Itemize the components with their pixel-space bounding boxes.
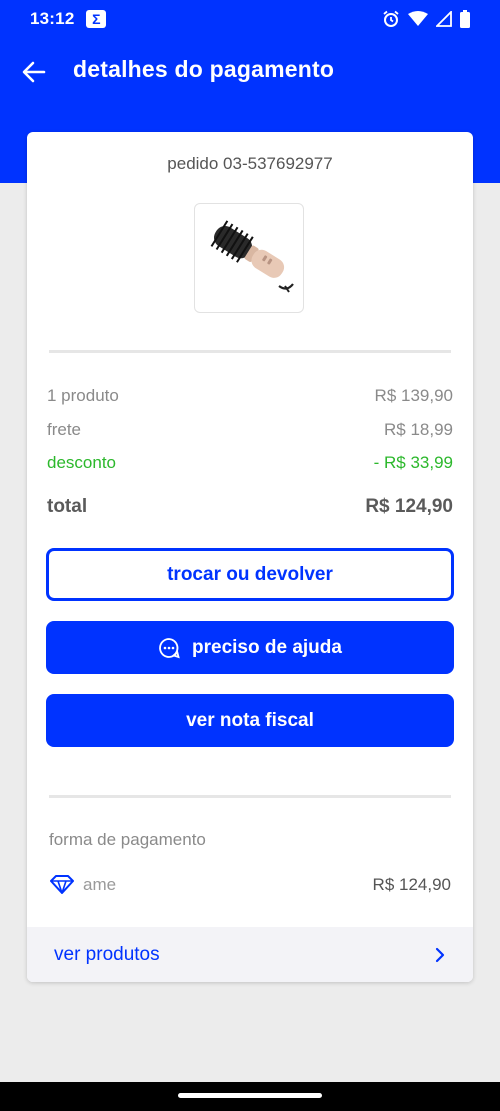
discount-value: - R$ 33,99 <box>373 453 453 472</box>
shipping-value: R$ 18,99 <box>384 420 453 439</box>
discount-label: desconto <box>47 453 116 472</box>
wifi-icon <box>408 11 428 26</box>
home-gesture-handle[interactable] <box>178 1093 322 1098</box>
payment-method-row: ame R$ 124,90 <box>49 875 451 895</box>
products-value: R$ 139,90 <box>374 386 453 405</box>
total-value: R$ 124,90 <box>365 496 453 517</box>
payment-method-name: ame <box>83 875 117 894</box>
order-number: pedido 03-537692977 <box>167 154 333 173</box>
help-button[interactable]: preciso de ajuda <box>46 621 454 674</box>
status-bar: 13:12 Σ <box>0 0 500 38</box>
view-invoice-label: ver nota fiscal <box>186 709 314 731</box>
product-thumbnail[interactable] <box>194 203 304 313</box>
exchange-or-return-label: trocar ou devolver <box>167 563 333 585</box>
app-badge-glyph: Σ <box>92 11 101 27</box>
payment-amount: R$ 124,90 <box>372 875 451 894</box>
status-left: 13:12 Σ <box>30 9 107 29</box>
view-products-label: ver produtos <box>54 943 160 965</box>
chevron-right-icon <box>435 947 445 962</box>
view-invoice-button[interactable]: ver nota fiscal <box>46 694 454 747</box>
arrow-left-icon <box>22 61 46 83</box>
help-label: preciso de ajuda <box>192 636 342 658</box>
products-label: 1 produto <box>47 386 119 405</box>
system-navigation-bar <box>0 1082 500 1111</box>
payment-method-heading: forma de pagamento <box>49 830 206 849</box>
payment-method: ame <box>49 875 116 895</box>
back-button[interactable] <box>20 58 48 86</box>
app-notification-icon: Σ <box>86 10 107 28</box>
summary-row-products: 1 produto R$ 139,90 <box>47 386 453 406</box>
payment-details-card: pedido 03-537692977 1 produto R$ 139,90 … <box>27 132 473 982</box>
shipping-label: frete <box>47 420 82 439</box>
page-title: detalhes do pagamento <box>73 56 335 82</box>
hair-dryer-brush-image <box>210 220 294 293</box>
view-products-link[interactable]: ver produtos <box>27 927 473 982</box>
summary-row-total: total R$ 124,90 <box>47 496 453 518</box>
alarm-icon <box>383 10 399 27</box>
summary-row-shipping: frete R$ 18,99 <box>47 420 453 440</box>
divider <box>49 350 451 353</box>
diamond-icon <box>50 875 74 894</box>
chat-bubble-icon <box>158 637 180 659</box>
total-label: total <box>47 496 88 517</box>
summary-row-discount: desconto - R$ 33,99 <box>47 453 453 473</box>
signal-icon <box>436 11 452 27</box>
battery-icon <box>460 10 470 28</box>
status-icons <box>382 10 470 28</box>
divider <box>49 795 451 798</box>
status-time: 13:12 <box>30 9 75 28</box>
exchange-or-return-button[interactable]: trocar ou devolver <box>46 548 454 601</box>
